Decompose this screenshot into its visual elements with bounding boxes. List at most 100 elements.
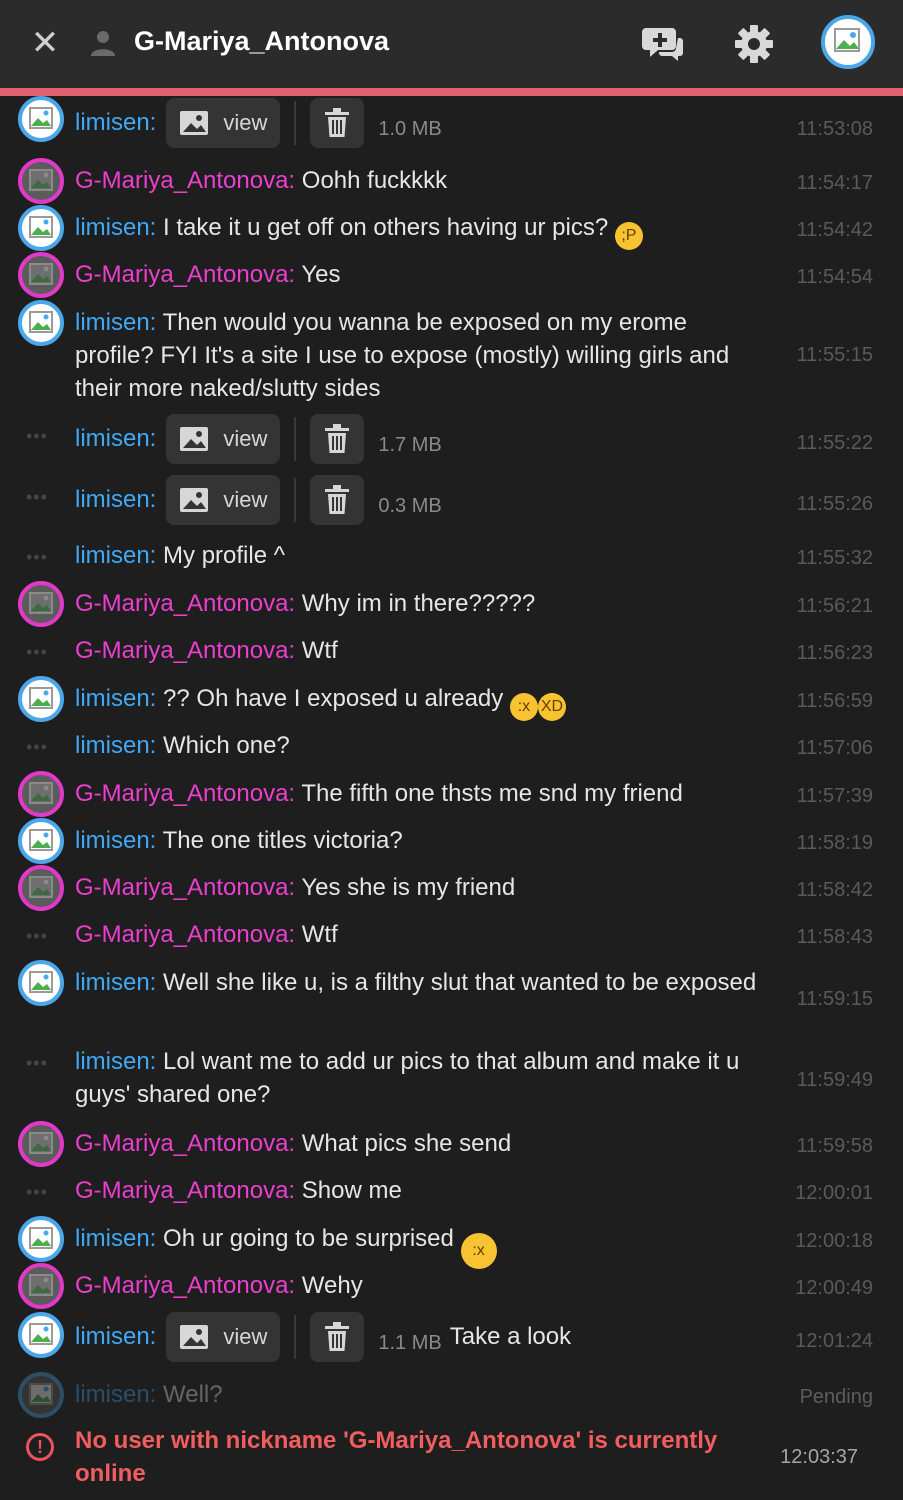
delete-button[interactable] xyxy=(310,414,365,464)
timestamp: 11:54:17 xyxy=(796,172,873,194)
broken-image-icon xyxy=(29,216,53,238)
message-body: limisen: Then would you wanna be exposed… xyxy=(75,306,765,405)
message-body: limisen: Lol want me to add ur pics to t… xyxy=(75,1045,765,1111)
view-image-button[interactable]: view xyxy=(166,475,281,525)
avatar[interactable] xyxy=(18,205,64,251)
message-row: limisen: view 1.1 MB Take a look 12:01:2… xyxy=(0,1310,903,1370)
nickname[interactable]: limisen: xyxy=(75,732,156,759)
avatar[interactable] xyxy=(18,960,64,1006)
image-icon xyxy=(180,1325,209,1349)
divider xyxy=(294,478,297,522)
user-icon xyxy=(91,31,115,56)
add-chat-icon[interactable] xyxy=(642,24,684,64)
message-text: What pics she send xyxy=(301,1130,512,1157)
view-label: view xyxy=(223,110,268,135)
nickname[interactable]: limisen: xyxy=(75,685,156,712)
message-text: Show me xyxy=(301,1177,402,1204)
continuation-dots: ••• xyxy=(26,1182,48,1202)
nickname[interactable]: G-Mariya_Antonova: xyxy=(75,921,295,948)
nickname[interactable]: limisen: xyxy=(75,309,156,336)
trash-icon xyxy=(325,108,350,137)
avatar[interactable] xyxy=(18,771,64,817)
nickname[interactable]: limisen: xyxy=(75,827,156,854)
nickname[interactable]: G-Mariya_Antonova: xyxy=(75,874,295,901)
attachment-row: limisen: view 0.3 MB xyxy=(75,473,442,527)
nickname[interactable]: limisen: xyxy=(75,1381,156,1408)
divider xyxy=(294,101,297,145)
message-text: Well she like u, is a filthy slut that w… xyxy=(163,969,757,996)
nickname[interactable]: G-Mariya_Antonova: xyxy=(75,590,295,617)
message-body: limisen: The one titles victoria? xyxy=(75,824,765,857)
avatar[interactable] xyxy=(18,96,64,142)
message-body: G-Mariya_Antonova: Show me xyxy=(75,1174,765,1207)
image-icon xyxy=(180,427,209,451)
my-avatar[interactable] xyxy=(821,15,875,69)
view-image-button[interactable]: view xyxy=(166,414,281,464)
avatar[interactable] xyxy=(18,1121,64,1167)
attachment-row: limisen: view 1.0 MB xyxy=(75,96,442,150)
timestamp: 11:58:19 xyxy=(796,832,873,854)
timestamp: 11:54:54 xyxy=(796,266,873,288)
nickname[interactable]: G-Mariya_Antonova: xyxy=(75,261,295,288)
view-label: view xyxy=(223,487,268,512)
nickname[interactable]: G-Mariya_Antonova: xyxy=(75,637,295,664)
file-size: 1.0 MB xyxy=(378,117,442,140)
message-body: G-Mariya_Antonova: Yes she is my friend xyxy=(75,871,765,904)
nickname[interactable]: limisen: xyxy=(75,542,156,569)
nickname[interactable]: limisen: xyxy=(75,1048,156,1075)
gear-icon[interactable] xyxy=(733,23,775,65)
message-body: limisen: Oh ur going to be surprised :x xyxy=(75,1222,765,1269)
timestamp: 11:59:15 xyxy=(796,988,873,1010)
avatar[interactable] xyxy=(18,158,64,204)
message-body: limisen: Well she like u, is a filthy sl… xyxy=(75,966,765,999)
avatar[interactable] xyxy=(18,300,64,346)
message-text: Oohh fuckkkk xyxy=(301,167,448,194)
timestamp: Pending xyxy=(799,1386,873,1408)
avatar[interactable] xyxy=(18,865,64,911)
avatar[interactable] xyxy=(18,818,64,864)
delete-button[interactable] xyxy=(310,98,365,148)
broken-image-icon xyxy=(29,1383,53,1405)
broken-image-icon xyxy=(29,782,53,804)
broken-image-icon xyxy=(29,107,53,129)
nickname[interactable]: limisen: xyxy=(75,109,156,137)
nickname[interactable]: G-Mariya_Antonova: xyxy=(75,1272,295,1299)
view-image-button[interactable]: view xyxy=(166,98,281,148)
trash-icon xyxy=(325,424,350,453)
nickname[interactable]: limisen: xyxy=(75,486,156,514)
message-text: The one titles victoria? xyxy=(162,827,403,854)
message-text: I take it u get off on others having ur … xyxy=(163,214,609,241)
avatar[interactable] xyxy=(18,1312,64,1358)
timestamp: 11:56:59 xyxy=(796,690,873,712)
nickname[interactable]: G-Mariya_Antonova: xyxy=(75,1177,295,1204)
divider xyxy=(294,1315,297,1359)
nickname[interactable]: limisen: xyxy=(75,969,156,996)
message-text: My profile ^ xyxy=(163,542,285,569)
broken-image-icon xyxy=(29,687,53,709)
nickname[interactable]: G-Mariya_Antonova: xyxy=(75,1130,295,1157)
delete-button[interactable] xyxy=(310,475,365,525)
nickname[interactable]: G-Mariya_Antonova: xyxy=(75,780,295,807)
view-image-button[interactable]: view xyxy=(166,1312,281,1362)
delete-button[interactable] xyxy=(310,1312,365,1362)
avatar[interactable] xyxy=(18,1372,64,1418)
nickname[interactable]: G-Mariya_Antonova: xyxy=(75,167,295,194)
close-icon[interactable]: ✕ xyxy=(28,26,62,60)
nickname[interactable]: limisen: xyxy=(75,1323,156,1351)
timestamp: 12:00:01 xyxy=(795,1182,873,1204)
nickname[interactable]: limisen: xyxy=(75,1225,156,1252)
emoji: ;P xyxy=(614,222,643,250)
image-icon xyxy=(180,111,209,135)
avatar[interactable] xyxy=(18,581,64,627)
nickname[interactable]: limisen: xyxy=(75,425,156,453)
avatar[interactable] xyxy=(18,676,64,722)
avatar[interactable] xyxy=(18,1263,64,1309)
alert-circle-icon: ! xyxy=(26,1433,54,1461)
message-body: G-Mariya_Antonova: Wtf xyxy=(75,634,765,667)
message-body: limisen: Well? xyxy=(75,1378,765,1411)
avatar[interactable] xyxy=(18,1216,64,1262)
broken-image-icon xyxy=(29,592,53,614)
nickname[interactable]: limisen: xyxy=(75,214,156,241)
timestamp: 12:01:24 xyxy=(795,1330,873,1352)
avatar[interactable] xyxy=(18,252,64,298)
